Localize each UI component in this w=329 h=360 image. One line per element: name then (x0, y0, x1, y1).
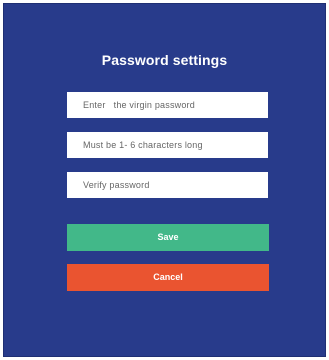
save-button[interactable]: Save (67, 224, 269, 251)
verify-password-field[interactable] (67, 172, 268, 198)
new-password-field[interactable] (67, 132, 268, 158)
password-settings-dialog: Password settings Save Cancel (3, 3, 326, 357)
cancel-button[interactable]: Cancel (67, 264, 269, 291)
page-title: Password settings (101, 52, 228, 68)
original-password-field[interactable] (67, 92, 268, 118)
